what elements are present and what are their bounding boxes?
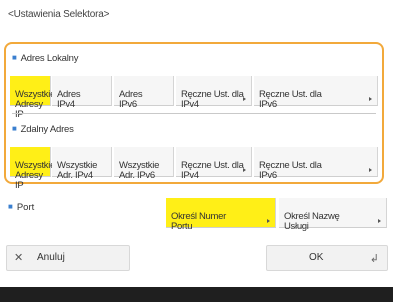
chevron-right-icon xyxy=(369,97,372,101)
option-label: Wszystkie Adr. IPv4 xyxy=(57,160,98,181)
section-divider xyxy=(12,113,376,114)
remote-all-ipv6-button[interactable]: Wszystkie Adr. IPv6 xyxy=(114,147,174,181)
option-label: Określ Numer Portu xyxy=(171,211,226,232)
local-manual-ipv6-button[interactable]: Ręczne Ust. dla IPv6 xyxy=(254,76,378,110)
remote-address-section: ■ Zdalny Adres xyxy=(12,124,74,135)
cancel-button[interactable]: ✕ Anuluj xyxy=(6,245,130,271)
remote-manual-ipv4-button[interactable]: Ręczne Ust. dla IPv4 xyxy=(176,147,252,181)
local-address-label: Adres Lokalny xyxy=(20,53,79,64)
port-section: ■ Port xyxy=(8,202,34,213)
specify-service-name-button[interactable]: Określ Nazwę Usługi xyxy=(279,198,387,232)
bullet-icon: ■ xyxy=(8,202,13,211)
option-label: Określ Nazwę Usługi xyxy=(284,211,340,232)
ok-label: OK xyxy=(309,252,324,263)
remote-manual-ipv6-button[interactable]: Ręczne Ust. dla IPv6 xyxy=(254,147,378,181)
remote-all-ip-button[interactable]: Wszystkie Adresy IP xyxy=(10,147,55,191)
chevron-right-icon xyxy=(243,168,246,172)
remote-all-ipv4-button[interactable]: Wszystkie Adr. IPv4 xyxy=(52,147,112,181)
page-title: <Ustawienia Selektora> xyxy=(8,9,110,20)
option-label: Adres IPv4 xyxy=(57,89,81,110)
local-address-section: ■ Adres Lokalny xyxy=(12,53,78,64)
remote-address-label: Zdalny Adres xyxy=(20,124,74,135)
bullet-icon: ■ xyxy=(12,124,17,133)
local-manual-ipv4-button[interactable]: Ręczne Ust. dla IPv4 xyxy=(176,76,252,110)
specify-port-number-button[interactable]: Określ Numer Portu xyxy=(166,198,276,232)
option-label: Ręczne Ust. dla IPv4 xyxy=(181,160,244,181)
port-label: Port xyxy=(16,202,35,213)
bullet-icon: ■ xyxy=(12,53,17,62)
option-label: Adres IPv6 xyxy=(119,89,143,110)
chevron-right-icon xyxy=(243,97,246,101)
chevron-right-icon xyxy=(378,219,381,223)
option-label: Wszystkie Adresy IP xyxy=(15,160,56,191)
option-label: Ręczne Ust. dla IPv4 xyxy=(181,89,244,110)
footer-bar xyxy=(0,287,393,302)
local-all-ip-button[interactable]: Wszystkie Adresy IP xyxy=(10,76,55,120)
chevron-right-icon xyxy=(369,168,372,172)
option-label: Ręczne Ust. dla IPv6 xyxy=(259,160,322,181)
close-icon: ✕ xyxy=(14,252,24,264)
ok-button[interactable]: OK ↲ xyxy=(266,245,388,271)
option-label: Wszystkie Adr. IPv6 xyxy=(119,160,160,181)
local-ipv4-button[interactable]: Adres IPv4 xyxy=(52,76,112,110)
chevron-right-icon xyxy=(267,219,270,223)
local-ipv6-button[interactable]: Adres IPv6 xyxy=(114,76,174,110)
option-label: Wszystkie Adresy IP xyxy=(15,89,56,120)
option-label: Ręczne Ust. dla IPv6 xyxy=(259,89,322,110)
enter-icon: ↲ xyxy=(369,253,379,265)
address-panel: ■ Adres Lokalny Wszystkie Adresy IP Adres… xyxy=(4,42,384,191)
cancel-label: Anuluj xyxy=(37,252,65,263)
